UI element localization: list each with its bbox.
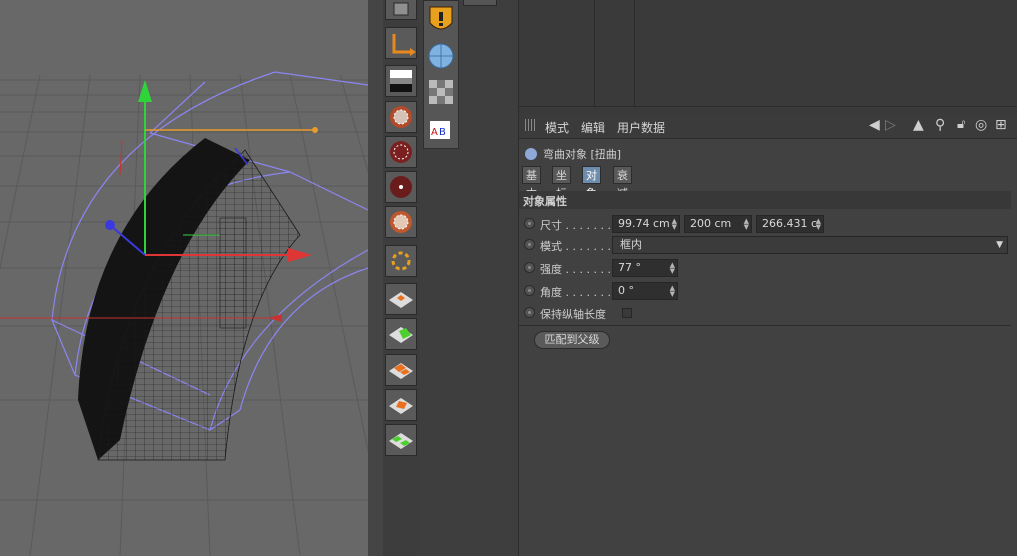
gradient-icon[interactable]: [385, 65, 417, 97]
panel-tab-stub[interactable]: [463, 0, 497, 6]
orange-wrap-icon[interactable]: [385, 389, 417, 421]
tab-coord[interactable]: 坐标: [552, 166, 571, 200]
viewport-scene: [0, 71, 368, 556]
attribute-menubar: 模式 编辑 用户数据 ◀ ▷ ▲ ⚲ 🔓︎ ◎ ⊞: [519, 114, 1017, 139]
keep-length-animate-radio[interactable]: [524, 307, 535, 318]
keep-length-checkbox[interactable]: [622, 308, 632, 318]
orange-plane-icon[interactable]: [385, 354, 417, 386]
strength-row: 强度 . . . . . . . 77 ° ▲ ▼: [524, 258, 1014, 278]
checker-icon[interactable]: [426, 77, 456, 107]
section-title: 对象属性: [523, 195, 567, 208]
manager-column-divider: [594, 0, 595, 106]
size-row: 尺寸 . . . . . . . 99.74 cm ▲ ▼ 200 cm ▲ ▼ 266…: [524, 214, 1014, 234]
shear-icon[interactable]: [385, 171, 417, 203]
spline-deformer-icon[interactable]: [385, 245, 417, 277]
mode-value: 框内: [620, 238, 642, 251]
tab-falloff[interactable]: 衰减: [613, 166, 632, 200]
manager-column-divider: [634, 0, 635, 106]
text-icon[interactable]: AB: [426, 115, 456, 145]
size-label: 尺寸 . . . . . . .: [540, 219, 611, 232]
target-icon[interactable]: ◎: [975, 117, 987, 133]
object-icon-panel: AB: [419, 0, 519, 556]
3d-viewport[interactable]: [0, 0, 368, 556]
spinner-icon[interactable]: ▲ ▼: [672, 218, 677, 231]
object-icon-column: AB: [423, 0, 459, 149]
chevron-down-icon: ▼: [996, 240, 1003, 250]
spinner-icon[interactable]: ▲ ▼: [670, 262, 675, 275]
angle-field[interactable]: 0 ° ▲ ▼: [612, 282, 678, 300]
strength-field[interactable]: 77 ° ▲ ▼: [612, 259, 678, 277]
twist-icon[interactable]: [385, 136, 417, 168]
section-header: 对象属性: [519, 191, 1011, 209]
size-z-field[interactable]: 266.431 c ▲ ▼: [756, 215, 824, 233]
size-y-value: 200 cm: [690, 217, 732, 230]
object-title: 弯曲对象 [扭曲]: [525, 146, 621, 162]
menu-edit[interactable]: 编辑: [581, 119, 605, 136]
manager-bottom-border: [519, 106, 1017, 107]
object-title-text: 弯曲对象 [扭曲]: [543, 148, 622, 161]
null-object-icon[interactable]: [385, 0, 417, 20]
bend-object-icon: [525, 148, 537, 160]
angle-label: 角度 . . . . . . .: [540, 286, 611, 299]
keep-length-row: 保持纵轴长度: [524, 303, 1014, 323]
strength-value: 77 °: [618, 261, 641, 274]
warning-icon[interactable]: [426, 5, 456, 35]
mode-label: 模式 . . . . . . .: [540, 240, 611, 253]
green-ffd-icon[interactable]: [385, 424, 417, 456]
section-divider: [519, 325, 1011, 326]
plane-deformer-icon[interactable]: [385, 283, 417, 315]
size-y-field[interactable]: 200 cm ▲ ▼: [684, 215, 752, 233]
deformer-toolbar: [383, 0, 419, 556]
bulge-icon[interactable]: [385, 101, 417, 133]
size-x-value: 99.74 cm: [618, 217, 670, 230]
pointer-icon[interactable]: ▲: [913, 117, 924, 133]
mode-dropdown[interactable]: 框内 ▼: [612, 236, 1008, 254]
lock-icon[interactable]: 🔓︎: [957, 117, 965, 132]
strength-animate-radio[interactable]: [524, 262, 535, 273]
object-manager-area: [519, 0, 1017, 110]
bone-icon[interactable]: [385, 27, 417, 59]
bend-sphere-icon[interactable]: [385, 206, 417, 238]
spinner-icon[interactable]: ▲ ▼: [816, 218, 821, 231]
tab-object[interactable]: 对象: [582, 166, 601, 200]
spinner-icon[interactable]: ▲ ▼: [744, 218, 749, 231]
attribute-manager: 模式 编辑 用户数据 ◀ ▷ ▲ ⚲ 🔓︎ ◎ ⊞ 弯曲对象 [扭曲] 基本 坐…: [519, 114, 1017, 556]
angle-animate-radio[interactable]: [524, 285, 535, 296]
mode-animate-radio[interactable]: [524, 239, 535, 250]
svg-text:A: A: [431, 127, 438, 138]
keep-length-label: 保持纵轴长度: [540, 308, 606, 321]
menu-user-data[interactable]: 用户数据: [617, 119, 665, 136]
new-window-icon[interactable]: ⊞: [995, 117, 1007, 133]
angle-row: 角度 . . . . . . . 0 ° ▲ ▼: [524, 281, 1014, 301]
search-icon[interactable]: ⚲: [935, 117, 945, 133]
forward-arrow-icon[interactable]: ▷: [885, 117, 896, 133]
mode-row: 模式 . . . . . . . 框内 ▼: [524, 235, 1014, 255]
strength-label: 强度 . . . . . . .: [540, 263, 611, 276]
bent-mesh-column: [219, 217, 247, 329]
menu-mode[interactable]: 模式: [545, 119, 569, 136]
size-x-field[interactable]: 99.74 cm ▲ ▼: [612, 215, 680, 233]
green-plane-icon[interactable]: [385, 318, 417, 350]
size-animate-radio[interactable]: [524, 218, 535, 229]
angle-value: 0 °: [618, 284, 634, 297]
size-z-value: 266.431 c: [762, 217, 818, 230]
viewport-splitter[interactable]: [368, 0, 384, 556]
tab-basic[interactable]: 基本: [522, 166, 541, 200]
spinner-icon[interactable]: ▲ ▼: [670, 285, 675, 298]
sphere-icon[interactable]: [426, 41, 456, 71]
match-to-parent-button[interactable]: 匹配到父级: [534, 331, 610, 349]
back-arrow-icon[interactable]: ◀: [869, 117, 880, 133]
svg-text:B: B: [439, 127, 446, 138]
grip-icon[interactable]: [525, 119, 537, 131]
